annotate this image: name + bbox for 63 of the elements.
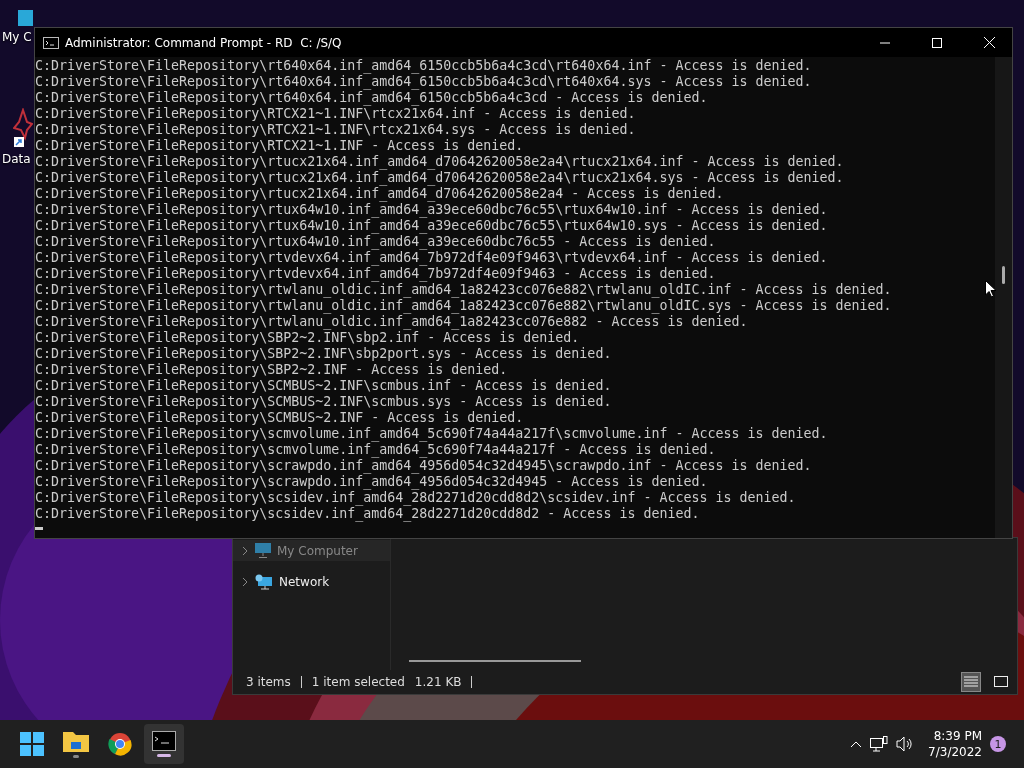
- console-line: C:DriverStore\FileRepository\SBP2~2.INF - Access is denied.: [35, 362, 508, 378]
- console-line: C:DriverStore\FileRepository\rtucx21x64.inf_amd64_d70642620058e2a4\rtucx21x64.inf - Access is denied.: [35, 154, 844, 170]
- console-line: C:DriverStore\FileRepository\rtwlanu_oldic.inf_amd64_1a82423cc076e882\rtwlanu_oldIC.sys - Access is denied.: [35, 298, 892, 314]
- network-icon: [255, 574, 273, 590]
- windows-logo-icon: [20, 732, 44, 756]
- details-view-button[interactable]: [961, 672, 981, 692]
- console-line: C:DriverStore\FileRepository\scrawpdo.inf_amd64_4956d054c32d4945\scrawpdo.inf - Access is denied.: [35, 458, 812, 474]
- minimize-icon: [880, 41, 890, 44]
- console-line: C:DriverStore\FileRepository\SBP2~2.INF\sbp2.inf - Access is denied.: [35, 330, 580, 346]
- console-line: C:DriverStore\FileRepository\rt640x64.inf_amd64_6150ccb5b6a4c3cd\rt640x64.sys - Access is denied.: [35, 74, 812, 90]
- window-title: Administrator: Command Prompt - RD C: /S/Q: [65, 35, 343, 50]
- console-line: C:DriverStore\FileRepository\RTCX21~1.INF\rtcx21x64.inf - Access is denied.: [35, 106, 636, 122]
- console-line: C:DriverStore\FileRepository\RTCX21~1.INF\rtcx21x64.sys - Access is denied.: [35, 122, 636, 138]
- console-line: C:DriverStore\FileRepository\scrawpdo.inf_amd64_4956d054c32d4945 - Access is denied.: [35, 474, 708, 490]
- clock-time[interactable]: 8:39 PM: [933, 728, 982, 744]
- console-line: C:DriverStore\FileRepository\rtwlanu_oldic.inf_amd64_1a82423cc076e882 - Access is denied.: [35, 314, 748, 330]
- console-line: C:DriverStore\FileRepository\scmvolume.inf_amd64_5c690f74a44a217f - Access is denied.: [35, 442, 716, 458]
- console-line: C:DriverStore\FileRepository\SBP2~2.INF\sbp2port.sys - Access is denied.: [35, 346, 612, 362]
- console-line: C:DriverStore\FileRepository\rt640x64.inf_amd64_6150ccb5b6a4c3cd - Access is denied.: [35, 90, 708, 106]
- scrollbar-thumb[interactable]: [1002, 266, 1005, 284]
- console-line: C:DriverStore\FileRepository\SCMBUS~2.INF - Access is denied.: [35, 410, 524, 426]
- network-icon[interactable]: [870, 736, 889, 752]
- console-line: C:DriverStore\FileRepository\rtvdevx64.inf_amd64_7b972df4e09f9463 - Access is denied.: [35, 266, 716, 282]
- shortcut-icon[interactable]: [13, 108, 33, 148]
- notification-badge[interactable]: 1: [990, 736, 1006, 752]
- console-line: C:DriverStore\FileRepository\SCMBUS~2.INF\scmbus.sys - Access is denied.: [35, 394, 612, 410]
- speaker-icon[interactable]: [896, 736, 915, 752]
- desktop-icon-label: Data: [1, 152, 31, 166]
- clock-date[interactable]: 7/3/2022: [928, 744, 982, 760]
- console-line: C:DriverStore\FileRepository\rtux64w10.inf_amd64_a39ece60dbc76c55\rtux64w10.inf - Access is denied.: [35, 202, 828, 218]
- item-count: 3 items: [246, 675, 291, 689]
- terminal-icon: [152, 731, 176, 751]
- chevron-right-icon: [241, 577, 249, 587]
- console-line: C:DriverStore\FileRepository\scmvolume.inf_amd64_5c690f74a44a217f\scmvolume.inf - Access is denied.: [35, 426, 828, 442]
- console-line: C:DriverStore\FileRepository\RTCX21~1.INF - Access is denied.: [35, 138, 524, 154]
- maximize-icon: [932, 37, 942, 48]
- close-icon: [983, 37, 995, 48]
- sidebar-item[interactable]: Network: [233, 571, 390, 593]
- sidebar-item[interactable]: My Computer: [233, 540, 390, 561]
- chevron-right-icon: [241, 545, 249, 556]
- folder-icon: [63, 730, 89, 752]
- chrome-icon: [108, 732, 132, 756]
- console-line: C:DriverStore\FileRepository\rtux64w10.inf_amd64_a39ece60dbc76c55 - Access is denied.: [35, 234, 716, 250]
- console-line: C:DriverStore\FileRepository\rtvdevx64.inf_amd64_7b972df4e09f9463\rtvdevx64.inf - Access is denied.: [35, 250, 828, 266]
- console-line: C:DriverStore\FileRepository\scsidev.inf_amd64_28d2271d20cdd8d2\scsidev.inf - Access is denied.: [35, 490, 796, 506]
- desktop-icon-label: My C: [1, 30, 32, 44]
- console-line: C:DriverStore\FileRepository\SCMBUS~2.INF\scmbus.inf - Access is denied.: [35, 378, 612, 394]
- mouse-pointer-icon: [985, 280, 997, 298]
- console-line: C:DriverStore\FileRepository\rtucx21x64.inf_amd64_d70642620058e2a4 - Access is denied.: [35, 186, 724, 202]
- console-line: C:DriverStore\FileRepository\rtwlanu_oldic.inf_amd64_1a82423cc076e882\rtwlanu_oldIC.inf - Access is denied.: [35, 282, 892, 298]
- console-line: C:DriverStore\FileRepository\rtucx21x64.inf_amd64_d70642620058e2a4\rtucx21x64.sys - Access is denied.: [35, 170, 844, 186]
- selection-status: 1 item selected: [311, 675, 405, 689]
- text-cursor: [35, 527, 43, 530]
- console-line: C:DriverStore\FileRepository\scsidev.inf_amd64_28d2271d20cdd8d2 - Access is denied.: [35, 506, 700, 522]
- scrollbar[interactable]: [409, 660, 581, 662]
- selection-size: 1.21 KB: [414, 675, 462, 689]
- console-line: C:DriverStore\FileRepository\rt640x64.inf_amd64_6150ccb5b6a4c3cd\rt640x64.inf - Access is denied.: [35, 58, 812, 74]
- chevron-up-icon[interactable]: [850, 740, 863, 748]
- list-icon: [964, 676, 978, 688]
- console-icon: [43, 36, 59, 49]
- taskbar-button[interactable]: [144, 724, 184, 764]
- console-line: C:DriverStore\FileRepository\rtux64w10.inf_amd64_a39ece60dbc76c55\rtux64w10.sys - Access is denied.: [35, 218, 828, 234]
- preview-icon: [994, 676, 1008, 688]
